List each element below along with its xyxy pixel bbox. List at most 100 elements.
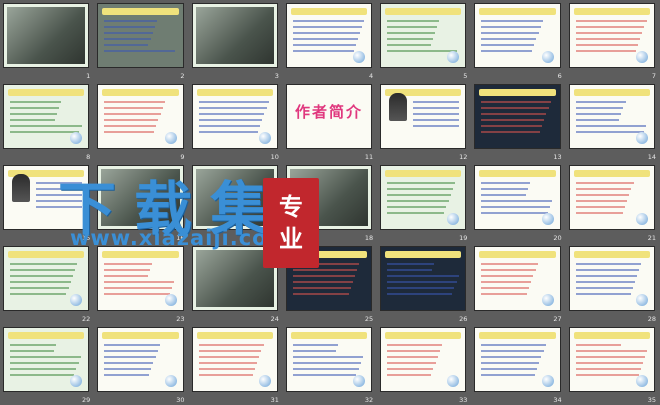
slide-thumbnail[interactable]: 22 — [0, 243, 94, 324]
text-line — [481, 119, 545, 121]
slide-preview — [568, 165, 655, 230]
slide-thumbnail[interactable]: 7 — [566, 0, 660, 81]
slide-preview — [568, 3, 655, 68]
slide-thumbnail[interactable]: 28 — [566, 243, 660, 324]
text-line — [104, 119, 159, 121]
slide-heading-bar — [479, 332, 556, 339]
text-line — [575, 212, 623, 214]
text-line — [481, 344, 546, 346]
slide-heading-bar — [196, 332, 273, 339]
text-line — [387, 44, 431, 46]
slide-heading-bar — [573, 251, 650, 258]
text-line — [387, 206, 447, 208]
text-line — [481, 125, 543, 127]
slide-thumbnail[interactable]: 3 — [189, 0, 283, 81]
text-line — [10, 107, 60, 109]
text-line — [481, 194, 526, 196]
text-line — [387, 182, 456, 184]
text-line — [198, 350, 262, 352]
slide-preview — [380, 165, 467, 230]
action-button-icon — [164, 132, 177, 144]
slide-thumbnail[interactable]: 12 — [377, 81, 471, 162]
slide-preview — [474, 327, 561, 392]
text-line — [575, 269, 640, 271]
slide-thumbnail[interactable]: 33 — [377, 324, 471, 405]
slide-preview — [568, 246, 655, 311]
text-line — [387, 368, 434, 370]
text-line — [575, 125, 646, 127]
slide-number: 6 — [557, 72, 562, 80]
slide-thumbnail[interactable]: 10 — [189, 81, 283, 162]
text-line — [198, 368, 255, 370]
text-line — [104, 374, 150, 376]
text-line — [10, 281, 71, 283]
text-line — [387, 350, 440, 352]
slide-number: 30 — [176, 396, 185, 404]
slide-thumbnail[interactable]: 6 — [471, 0, 565, 81]
slide-thumbnail[interactable]: 29 — [0, 324, 94, 405]
text-line — [481, 368, 538, 370]
slide-thumbnail[interactable]: 26 — [377, 243, 471, 324]
text-line — [292, 374, 357, 376]
slide-thumbnail[interactable]: 31 — [189, 324, 283, 405]
slide-thumbnail[interactable]: 作者简介 11 — [283, 81, 377, 162]
slide-number: 10 — [270, 153, 279, 161]
slide-thumbnail[interactable]: 9 — [94, 81, 188, 162]
text-line — [575, 101, 626, 103]
slide-number: 18 — [364, 234, 374, 242]
text-line — [10, 350, 55, 352]
slide-number: 21 — [647, 234, 656, 242]
slide-thumbnail[interactable]: 30 — [94, 324, 188, 405]
slide-thumbnail[interactable]: 27 — [471, 243, 565, 324]
text-line — [292, 287, 351, 289]
slide-number: 3 — [274, 72, 279, 80]
slide-thumbnail[interactable]: 32 — [283, 324, 377, 405]
slide-thumbnail[interactable]: 8 — [0, 81, 94, 162]
slide-number: 35 — [647, 396, 656, 404]
slide-number: 34 — [553, 396, 562, 404]
text-line — [387, 188, 453, 190]
slide-thumbnail[interactable]: 5 — [377, 0, 471, 81]
slide-number: 14 — [647, 153, 656, 161]
text-line — [575, 362, 643, 364]
slide-thumbnail[interactable]: 21 — [566, 162, 660, 243]
slide-thumbnail[interactable]: 20 — [471, 162, 565, 243]
text-line — [387, 212, 445, 214]
text-line — [481, 188, 528, 190]
slide-number: 2 — [180, 72, 185, 80]
slide-thumbnail[interactable]: 4 — [283, 0, 377, 81]
slide-thumbnail[interactable]: 34 — [471, 324, 565, 405]
text-line — [575, 32, 643, 34]
slide-thumbnail[interactable]: 13 — [471, 81, 565, 162]
slide-preview — [474, 3, 561, 68]
slide-thumbnail[interactable]: 19 — [377, 162, 471, 243]
slide-text-lines — [104, 20, 176, 63]
text-line — [575, 182, 634, 184]
text-line — [387, 20, 440, 22]
slide-thumbnail[interactable]: 14 — [566, 81, 660, 162]
text-line — [575, 293, 631, 295]
slide-thumbnail[interactable]: 2 — [94, 0, 188, 81]
text-line — [292, 50, 354, 52]
text-line — [292, 368, 359, 370]
text-line — [413, 107, 460, 109]
text-line — [575, 356, 646, 358]
slide-heading-bar — [479, 8, 556, 15]
text-line — [387, 194, 451, 196]
slide-heading-bar — [479, 170, 556, 177]
text-line — [104, 344, 160, 346]
text-line — [198, 374, 253, 376]
slide-thumbnail[interactable]: 1 — [0, 0, 94, 81]
text-line — [575, 20, 647, 22]
slide-preview — [97, 84, 184, 149]
text-line — [10, 119, 55, 121]
slide-thumbnail[interactable]: 35 — [566, 324, 660, 405]
action-button-icon — [635, 51, 648, 63]
slide-heading-bar — [573, 170, 650, 177]
text-line — [575, 113, 622, 115]
text-line — [387, 356, 438, 358]
text-line — [104, 20, 158, 22]
text-line — [387, 200, 449, 202]
slide-thumbnail[interactable]: 23 — [94, 243, 188, 324]
text-line — [481, 206, 551, 208]
